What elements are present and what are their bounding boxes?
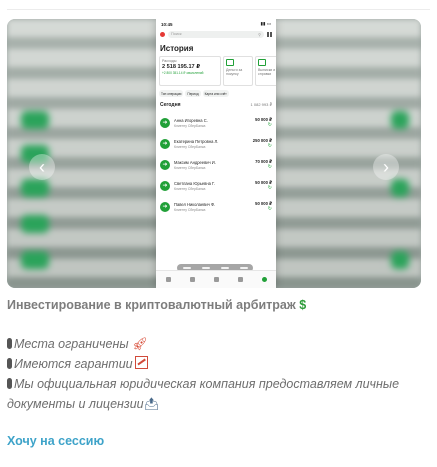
search-field: Поиск ⚲ xyxy=(168,30,264,38)
section-total: 1 082 993 ₽ xyxy=(250,102,272,107)
session-link[interactable]: Хочу на сессию xyxy=(7,434,427,448)
inbox-tray-icon: 📤︎ xyxy=(143,397,160,411)
transaction-row: ➜ Екатерина Петровна Л. Клиенту СберБанка… xyxy=(156,135,276,152)
search-row: Поиск ⚲ xyxy=(156,29,276,39)
phone-screenshot: 10:45 ▮▮ ▭ Поиск ⚲ История Расходы 2 518… xyxy=(156,19,276,288)
transfer-arrow-icon: ➜ xyxy=(160,201,170,212)
post-lines: Места ограничены 🚀︎ Имеются гарантии Мы … xyxy=(7,334,427,414)
carousel-prev-button[interactable]: ‹ xyxy=(29,154,55,180)
statements-label: Выписки и справки xyxy=(258,68,276,76)
tab-icon xyxy=(189,277,195,282)
transfer-arrow-icon: ➜ xyxy=(160,159,170,170)
signal-battery-icon: ▮▮ ▭ xyxy=(260,21,271,26)
transaction-name: Максим Андреевич И. xyxy=(174,159,216,165)
chevron-right-icon: › xyxy=(383,157,389,177)
transaction-name: Анна Игоревна С. xyxy=(174,117,208,123)
top-divider xyxy=(7,9,430,10)
income-delta: +2 800 351.14 ₽ зачислений xyxy=(162,71,204,75)
post-body: Инвестирование в криптовалютный арбитраж… xyxy=(7,296,427,448)
transaction-sub: Клиенту СберБанка xyxy=(174,165,206,170)
transaction-name: Светлана Юрьевна Г. xyxy=(174,180,215,186)
chip-card: Карта или счёт xyxy=(202,90,229,97)
tab-icon xyxy=(213,277,219,282)
grid-menu-icon xyxy=(267,31,272,37)
avatar xyxy=(160,31,165,37)
chip-period: Период xyxy=(185,90,201,97)
pin-icon xyxy=(7,358,12,369)
summary-cards: Расходы 2 518 195.17 ₽ +2 800 351.14 ₽ з… xyxy=(156,56,276,86)
transfer-arrow-icon: ➜ xyxy=(160,180,170,191)
image-carousel[interactable]: 10:45 ▮▮ ▭ Поиск ⚲ История Расходы 2 518… xyxy=(7,19,421,288)
chart-up-icon xyxy=(134,356,148,369)
transaction-sub: Клиенту СберБанка xyxy=(174,207,206,212)
transaction-sub: Клиенту СберБанка xyxy=(174,123,206,128)
repeat-icon: ↻ xyxy=(267,206,272,212)
transaction-sub: Клиенту СберБанка xyxy=(174,186,206,191)
search-placeholder: Поиск xyxy=(171,32,182,36)
status-bar: 10:45 ▮▮ ▭ xyxy=(156,19,276,29)
post-line: Мы официальная юридическая компания пред… xyxy=(7,374,427,414)
line-text: Имеются гарантии xyxy=(14,357,133,371)
phone-tab-bar xyxy=(156,270,276,288)
section-header: Сегодня 1 082 993 ₽ xyxy=(156,99,276,110)
transaction-row: ➜ Анна Игоревна С. Клиенту СберБанка 50 0… xyxy=(156,114,276,131)
status-time: 10:45 xyxy=(161,21,173,27)
repeat-icon: ↻ xyxy=(267,122,272,128)
transfer-arrow-icon: ➜ xyxy=(160,117,170,128)
dollar-icon: $ xyxy=(299,298,307,312)
pin-icon xyxy=(7,338,12,349)
search-icon: ⚲ xyxy=(258,32,261,37)
transaction-row: ➜ Павел Николаевич Ф. Клиенту СберБанка 5… xyxy=(156,198,276,215)
tab-icon xyxy=(237,277,243,282)
history-tab-icon xyxy=(261,277,267,282)
tab-icon xyxy=(165,277,171,282)
line-text: Места ограничены xyxy=(14,337,129,351)
transfer-arrow-icon: ➜ xyxy=(160,138,170,149)
transaction-name: Павел Николаевич Ф. xyxy=(174,201,216,207)
repeat-icon: ↻ xyxy=(267,143,272,149)
filter-chips: Тип операции Период Карта или счёт xyxy=(156,86,276,99)
pin-icon xyxy=(7,378,12,389)
transaction-sub: Клиенту СберБанка xyxy=(174,144,206,149)
carousel-next-button[interactable]: › xyxy=(373,154,399,180)
headline-text: Инвестирование в криптовалютный арбитраж xyxy=(7,298,296,312)
post-line: Имеются гарантии xyxy=(7,354,427,374)
cashback-card: Деньги за покупку xyxy=(223,56,253,86)
transaction-row: ➜ Светлана Юрьевна Г. Клиенту СберБанка 5… xyxy=(156,177,276,194)
rocket-icon: 🚀︎ xyxy=(132,337,148,351)
transaction-row: ➜ Максим Андреевич И. Клиенту СберБанка 7… xyxy=(156,156,276,173)
repeat-icon: ↻ xyxy=(267,164,272,170)
repeat-icon: ↻ xyxy=(267,185,272,191)
post-headline: Инвестирование в криптовалютный арбитраж… xyxy=(7,296,427,314)
post-line: Места ограничены 🚀︎ xyxy=(7,334,427,354)
cashback-icon xyxy=(226,59,234,66)
phone-title: История xyxy=(160,44,194,53)
chevron-left-icon: ‹ xyxy=(39,157,45,177)
transaction-name: Екатерина Петровна Л. xyxy=(174,138,219,144)
expenses-card: Расходы 2 518 195.17 ₽ +2 800 351.14 ₽ з… xyxy=(159,56,221,86)
expenses-label: Расходы xyxy=(162,59,177,63)
statements-card: Выписки и справки xyxy=(255,56,276,86)
line-text: Мы официальная юридическая компания пред… xyxy=(7,377,400,411)
chip-operation-type: Тип операции xyxy=(159,90,184,97)
expenses-amount: 2 518 195.17 ₽ xyxy=(162,64,201,70)
cashback-label: Деньги за покупку xyxy=(226,68,243,76)
section-title: Сегодня xyxy=(160,102,181,108)
document-icon xyxy=(258,59,266,66)
